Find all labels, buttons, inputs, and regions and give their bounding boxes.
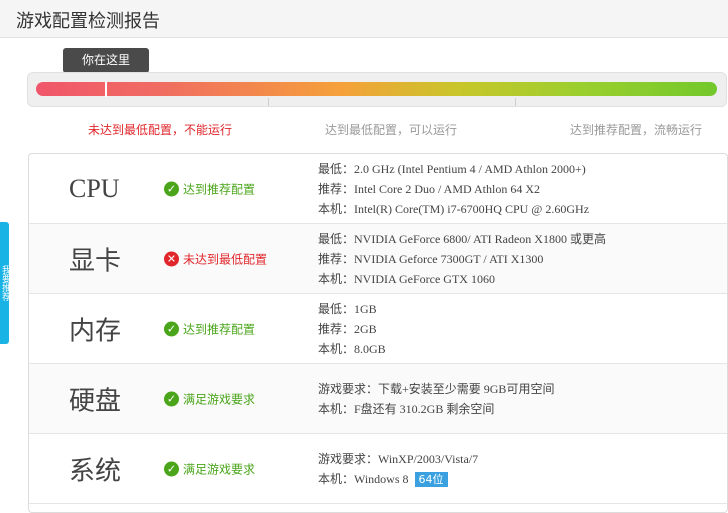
result-row-disk: 硬盘 ✓ 满足游戏要求 游戏要求：下载+安装至少需要 9GB可用空间 本机：F盘… (29, 364, 727, 434)
detail-line-with-badge: 本机：Windows 8 64位 (318, 469, 478, 489)
detail-line: 推荐：NVIDIA Geforce 7300GT / ATI X1300 (318, 251, 544, 266)
row-status-text: 未达到最低配置 (183, 252, 268, 266)
row-status: ✓ 满足游戏要求 (164, 460, 255, 477)
row-status-text: 满足游戏要求 (183, 392, 256, 406)
row-title: 硬盘 (69, 386, 122, 415)
detail-line-text: 本机：Windows 8 (318, 471, 409, 486)
meter-tick-min (268, 98, 269, 106)
detail-line: 推荐：Intel Core 2 Duo / AMD Athlon 64 X2 (318, 181, 540, 196)
row-status: ✓ 达到推荐配置 (164, 320, 255, 337)
row-details: 游戏要求：WinXP/2003/Vista/7 本机：Windows 8 64位 (318, 449, 478, 489)
row-status: ✕ 未达到最低配置 (164, 250, 267, 267)
check-circle-icon: ✓ (164, 391, 179, 406)
detail-line: 本机：F盘还有 310.2GB 剩余空间 (318, 401, 495, 416)
meter-position-marker (105, 81, 107, 97)
page-header: 游戏配置检测报告 (0, 0, 728, 38)
detail-line: 本机：8.0GB (318, 341, 386, 356)
row-title: 内存 (69, 316, 122, 345)
meter-gradient-bar (36, 82, 717, 96)
detail-line: 推荐：2GB (318, 321, 377, 336)
check-circle-icon: ✓ (164, 321, 179, 336)
result-row-gpu: 显卡 ✕ 未达到最低配置 最低：NVIDIA GeForce 6800/ ATI… (29, 224, 727, 294)
side-recommend-tab[interactable]: 我要推荐 (0, 222, 9, 344)
row-status-text: 达到推荐配置 (183, 182, 256, 196)
row-title: 显卡 (69, 246, 122, 275)
level-label-min: 达到最低配置，可以运行 (325, 123, 458, 137)
page-title: 游戏配置检测报告 (16, 11, 160, 32)
detail-line: 本机：Intel(R) Core(TM) i7-6700HQ CPU @ 2.6… (318, 201, 590, 216)
row-details: 最低：1GB 推荐：2GB 本机：8.0GB (318, 299, 386, 359)
check-circle-icon: ✓ (164, 461, 179, 476)
meter-tick-recommended (515, 98, 516, 106)
detail-line: 游戏要求：WinXP/2003/Vista/7 (318, 451, 479, 466)
detail-line: 游戏要求：下载+安装至少需要 9GB可用空间 (318, 381, 555, 396)
detail-line: 最低：1GB (318, 301, 377, 316)
row-status: ✓ 满足游戏要求 (164, 390, 255, 407)
row-title: 系统 (69, 456, 122, 485)
x-circle-icon: ✕ (164, 251, 179, 266)
results-panel: CPU ✓ 达到推荐配置 最低：2.0 GHz (Intel Pentium 4… (28, 153, 728, 513)
level-label-below-min: 未达到最低配置，不能运行 (88, 123, 233, 137)
row-details: 游戏要求：下载+安装至少需要 9GB可用空间 本机：F盘还有 310.2GB 剩… (318, 379, 554, 419)
you-are-here-tooltip: 你在这里 (63, 48, 149, 79)
row-details: 最低：2.0 GHz (Intel Pentium 4 / AMD Athlon… (318, 159, 589, 219)
bitness-badge: 64位 (414, 471, 448, 487)
row-title: CPU (69, 173, 120, 203)
detail-line: 最低：2.0 GHz (Intel Pentium 4 / AMD Athlon… (318, 161, 586, 176)
detail-line: 本机：NVIDIA GeForce GTX 1060 (318, 271, 495, 286)
level-label-recommended: 达到推荐配置，流畅运行 (570, 123, 703, 137)
row-status-text: 达到推荐配置 (183, 322, 256, 336)
row-details: 最低：NVIDIA GeForce 6800/ ATI Radeon X1800… (318, 229, 606, 289)
row-status: ✓ 达到推荐配置 (164, 180, 255, 197)
result-row-os: 系统 ✓ 满足游戏要求 游戏要求：WinXP/2003/Vista/7 本机：W… (29, 434, 727, 504)
result-row-cpu: CPU ✓ 达到推荐配置 最低：2.0 GHz (Intel Pentium 4… (29, 154, 727, 224)
detail-line: 最低：NVIDIA GeForce 6800/ ATI Radeon X1800… (318, 231, 606, 246)
check-circle-icon: ✓ (164, 181, 179, 196)
row-status-text: 满足游戏要求 (183, 462, 256, 476)
performance-meter (27, 72, 727, 107)
result-row-memory: 内存 ✓ 达到推荐配置 最低：1GB 推荐：2GB 本机：8.0GB (29, 294, 727, 364)
